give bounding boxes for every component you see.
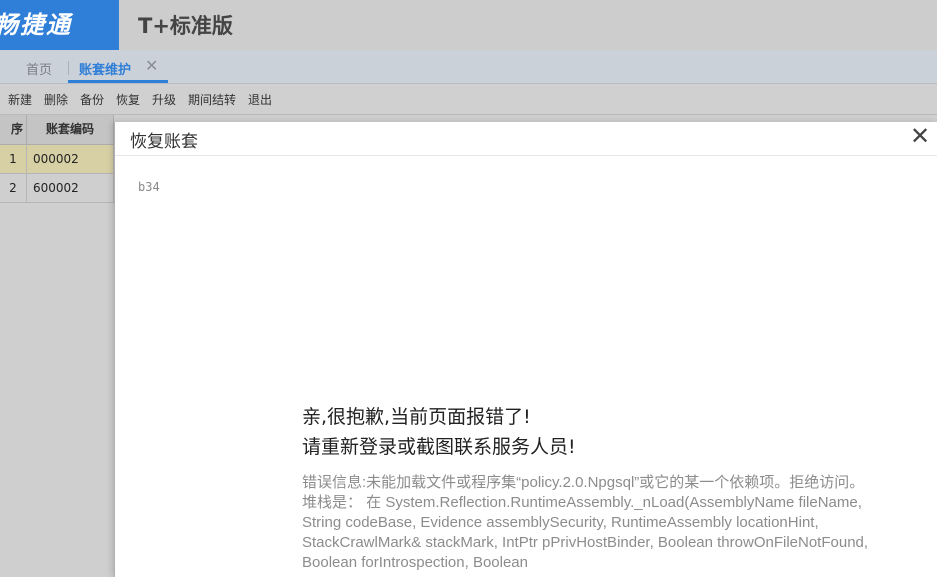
table-row-code[interactable]: 600002 <box>27 174 114 203</box>
backup-button[interactable]: 备份 <box>80 91 104 108</box>
column-header-code[interactable]: 账套编码 <box>27 115 114 145</box>
tab-separator <box>68 61 69 75</box>
restore-account-dialog: 恢复账套 ✕ b34 亲,很抱歉,当前页面报错了! 请重新登录或截图联系服务人员… <box>114 122 937 577</box>
table-row-index[interactable]: 1 <box>0 145 27 174</box>
table-row-index[interactable]: 2 <box>0 174 27 203</box>
error-detail-text: 错误信息:未能加载文件或程序集“policy.2.0.Npgsql”或它的某一个… <box>302 474 869 571</box>
table-row-code[interactable]: 000002 <box>27 145 114 174</box>
app-header: 畅捷通 T+标准版 <box>0 0 937 50</box>
new-button[interactable]: 新建 <box>8 91 32 108</box>
toolbar: 新建 删除 备份 恢复 升级 期间结转 退出 <box>0 84 937 115</box>
error-message-line2: 请重新登录或截图联系服务人员! <box>302 436 576 458</box>
edition-label: T+标准版 <box>138 14 233 38</box>
error-message-line1: 亲,很抱歉,当前页面报错了! <box>302 406 531 428</box>
tab-bar: 首页 账套维护 ✕ <box>0 50 937 84</box>
active-tab-indicator <box>68 80 168 83</box>
column-header-index[interactable]: 序号 <box>0 115 27 164</box>
delete-button[interactable]: 删除 <box>44 91 68 108</box>
product-logo: 畅捷通 <box>0 0 119 50</box>
tab-account-maintenance[interactable]: 账套维护 <box>79 59 131 78</box>
debug-code: b34 <box>138 180 160 194</box>
dialog-divider <box>115 155 937 156</box>
close-icon[interactable]: ✕ <box>910 122 930 150</box>
exit-button[interactable]: 退出 <box>248 91 272 108</box>
dialog-title: 恢复账套 <box>130 132 198 152</box>
period-carryover-button[interactable]: 期间结转 <box>188 91 236 108</box>
tab-home[interactable]: 首页 <box>26 59 52 78</box>
tab-close-icon[interactable]: ✕ <box>145 56 158 75</box>
upgrade-button[interactable]: 升级 <box>152 91 176 108</box>
restore-button[interactable]: 恢复 <box>116 91 140 108</box>
